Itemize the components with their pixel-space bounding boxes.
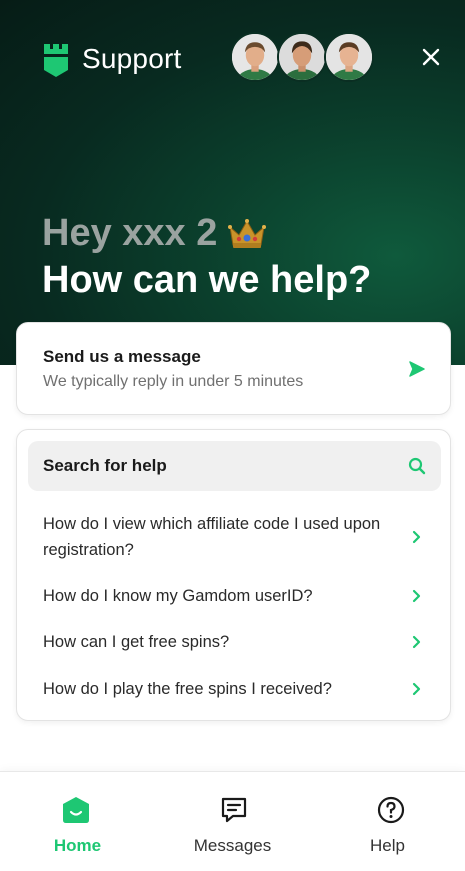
- bottom-nav: Home Messages Help: [0, 771, 465, 871]
- nav-messages-label: Messages: [193, 836, 272, 855]
- greeting-hello-row: Hey xxx 2: [42, 212, 371, 255]
- help-article-item[interactable]: How do I play the free spins I received?: [43, 676, 433, 702]
- greeting: Hey xxx 2 How can we help?: [42, 212, 371, 302]
- agent-avatars: [230, 32, 374, 82]
- greeting-hello: Hey xxx 2: [42, 212, 218, 254]
- agent-avatar-1: [230, 32, 280, 82]
- help-article-title: How can I get free spins?: [43, 633, 230, 651]
- nav-home-label: Home: [53, 836, 102, 855]
- reply-time-text: We typically reply in under 5 minutes: [43, 373, 304, 390]
- greeting-question: How can we help?: [42, 259, 372, 301]
- agent-avatar-3: [324, 32, 374, 82]
- messages-icon: [221, 797, 247, 823]
- help-icon: [377, 796, 405, 824]
- help-article-item[interactable]: How do I know my Gamdom userID?: [43, 583, 433, 609]
- nav-help[interactable]: Help: [310, 772, 465, 871]
- chevron-right-icon: [412, 530, 421, 544]
- chevron-right-icon: [412, 682, 421, 696]
- search-icon: [408, 457, 426, 475]
- help-article-item[interactable]: How do I view which affiliate code I use…: [43, 511, 433, 563]
- chevron-right-icon: [412, 635, 421, 649]
- help-article-title: How do I know my Gamdom userID?: [43, 587, 313, 605]
- hero-header: Support Hey xxx 2 How can we help?: [0, 0, 465, 365]
- home-icon: [63, 797, 89, 823]
- help-article-item[interactable]: How can I get free spins?: [43, 629, 433, 655]
- send-icon[interactable]: [408, 360, 426, 378]
- help-article-title: How do I view which affiliate code I use…: [43, 515, 381, 559]
- nav-messages[interactable]: Messages: [155, 772, 310, 871]
- brand-name: Support: [82, 43, 182, 74]
- gamdom-logo-icon: [44, 44, 68, 77]
- nav-home[interactable]: Home: [0, 772, 155, 871]
- help-card: Search for help How do I view which affi…: [16, 429, 451, 721]
- help-article-title: How do I play the free spins I received?: [43, 680, 332, 698]
- nav-help-label: Help: [370, 836, 405, 855]
- agent-avatar-2: [277, 32, 327, 82]
- close-icon[interactable]: [420, 46, 442, 68]
- brand: Support: [40, 38, 181, 80]
- chevron-right-icon: [412, 589, 421, 603]
- crown-icon: [228, 218, 267, 248]
- send-message-title: Send us a message: [43, 347, 201, 366]
- search-help-button[interactable]: Search for help: [28, 441, 441, 491]
- send-message-card[interactable]: Send us a message We typically reply in …: [16, 322, 451, 415]
- search-help-label: Search for help: [43, 456, 167, 475]
